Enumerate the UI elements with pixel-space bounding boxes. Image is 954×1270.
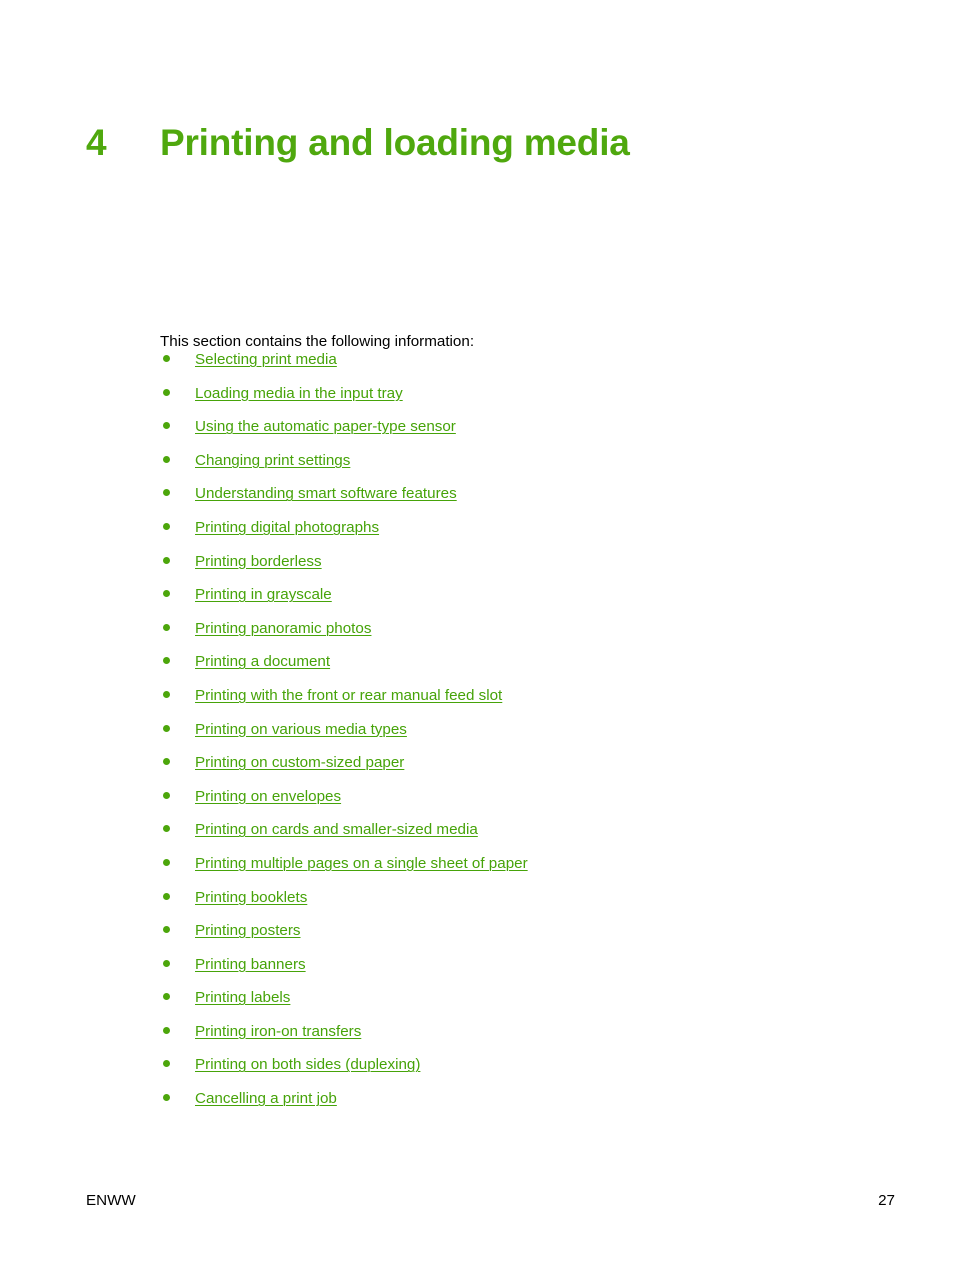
bullet-icon [163, 926, 170, 934]
toc-link-list: Selecting print media Loading media in th… [160, 350, 860, 1123]
list-item: Printing on cards and smaller-sized medi… [160, 820, 860, 854]
bullet-icon [163, 556, 170, 564]
bullet-icon [163, 355, 170, 362]
bullet-icon [163, 657, 170, 665]
toc-link[interactable]: Loading media in the input tray [195, 385, 403, 402]
list-item: Printing multiple pages on a single shee… [160, 854, 860, 888]
bullet-icon [163, 858, 170, 866]
bullet-icon [163, 489, 170, 497]
list-item: Printing on various media types [160, 720, 860, 754]
bullet-icon [163, 791, 170, 799]
toc-link[interactable]: Printing banners [195, 956, 306, 973]
toc-link[interactable]: Printing multiple pages on a single shee… [195, 855, 528, 872]
toc-link[interactable]: Printing panoramic photos [195, 620, 371, 637]
bullet-icon [163, 892, 170, 900]
list-item: Understanding smart software features [160, 484, 860, 518]
toc-link[interactable]: Printing on custom-sized paper [195, 754, 404, 771]
bullet-icon [163, 724, 170, 732]
toc-link[interactable]: Printing digital photographs [195, 519, 379, 536]
list-item: Loading media in the input tray [160, 384, 860, 418]
bullet-icon [163, 758, 170, 766]
toc-link[interactable]: Printing posters [195, 922, 301, 939]
bullet-icon [163, 1060, 170, 1068]
list-item: Printing labels [160, 988, 860, 1022]
list-item: Printing on both sides (duplexing) [160, 1055, 860, 1089]
bullet-icon [163, 993, 170, 1001]
intro-paragraph: This section contains the following info… [160, 333, 475, 351]
chapter-title: Printing and loading media [160, 121, 630, 163]
bullet-icon [163, 455, 170, 463]
list-item: Printing with the front or rear manual f… [160, 686, 860, 720]
toc-link[interactable]: Cancelling a print job [195, 1090, 337, 1107]
toc-link[interactable]: Printing in grayscale [195, 586, 332, 603]
footer-locale-label: ENWW [86, 1192, 136, 1209]
list-item: Printing digital photographs [160, 518, 860, 552]
list-item: Printing posters [160, 921, 860, 955]
toc-link[interactable]: Selecting print media [195, 351, 337, 368]
list-item: Printing panoramic photos [160, 619, 860, 653]
bullet-icon [163, 388, 170, 396]
toc-link[interactable]: Changing print settings [195, 452, 350, 469]
list-item: Printing on envelopes [160, 787, 860, 821]
bullet-icon [163, 959, 170, 967]
toc-link[interactable]: Printing labels [195, 989, 290, 1006]
document-page: 4 Printing and loading media This sectio… [0, 0, 954, 1270]
toc-link[interactable]: Using the automatic paper-type sensor [195, 418, 456, 435]
list-item: Changing print settings [160, 451, 860, 485]
toc-link[interactable]: Printing with the front or rear manual f… [195, 687, 502, 704]
toc-link[interactable]: Printing borderless [195, 553, 322, 570]
list-item: Cancelling a print job [160, 1089, 860, 1123]
toc-link[interactable]: Printing on both sides (duplexing) [195, 1056, 420, 1073]
bullet-icon [163, 690, 170, 698]
toc-link[interactable]: Printing on cards and smaller-sized medi… [195, 821, 478, 838]
bullet-icon [163, 1026, 170, 1034]
list-item: Printing borderless [160, 552, 860, 586]
list-item: Printing booklets [160, 888, 860, 922]
bullet-icon [163, 1094, 170, 1102]
list-item: Printing a document [160, 652, 860, 686]
toc-link[interactable]: Printing a document [195, 653, 330, 670]
footer-page-number: 27 [878, 1192, 895, 1209]
bullet-icon [163, 623, 170, 631]
bullet-icon [163, 825, 170, 833]
list-item: Printing in grayscale [160, 585, 860, 619]
list-item: Selecting print media [160, 350, 860, 384]
bullet-icon [163, 522, 170, 530]
page-footer: ENWW 27 [86, 1191, 895, 1211]
toc-link[interactable]: Printing iron-on transfers [195, 1023, 361, 1040]
bullet-icon [163, 590, 170, 598]
page-title: 4 Printing and loading media [86, 121, 630, 165]
list-item: Using the automatic paper-type sensor [160, 417, 860, 451]
list-item: Printing banners [160, 955, 860, 989]
toc-link[interactable]: Printing on envelopes [195, 788, 341, 805]
bullet-icon [163, 422, 170, 430]
chapter-number: 4 [86, 121, 107, 163]
list-item: Printing on custom-sized paper [160, 753, 860, 787]
toc-link[interactable]: Understanding smart software features [195, 485, 457, 502]
toc-link[interactable]: Printing booklets [195, 889, 307, 906]
list-item: Printing iron-on transfers [160, 1022, 860, 1056]
toc-link[interactable]: Printing on various media types [195, 721, 407, 738]
